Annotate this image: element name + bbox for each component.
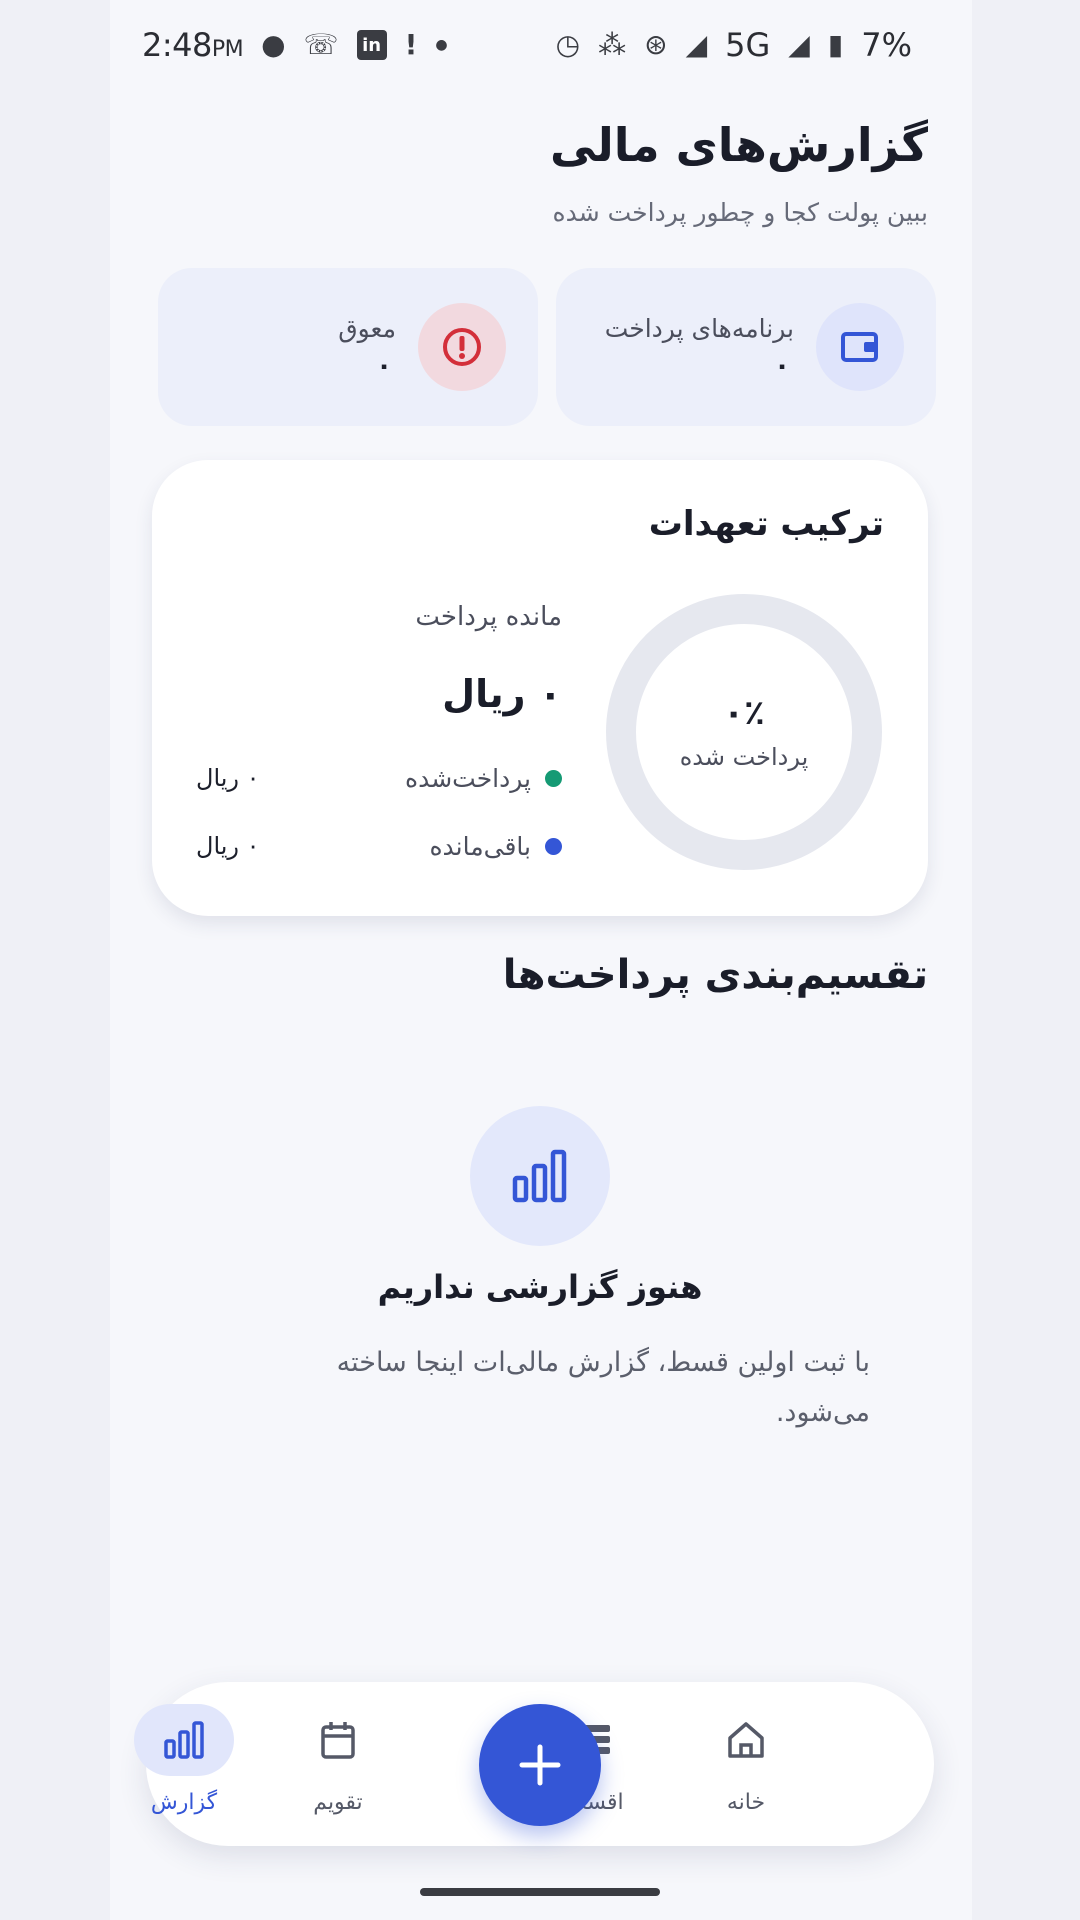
legend-paid-label: پرداخت‌شده [404,763,531,793]
network-type: 5G [725,26,771,64]
nav-reports[interactable]: گزارش [124,1704,244,1824]
wallet-icon [816,303,904,391]
nav-calendar-label: تقویم [313,1790,363,1815]
legend-remaining: باقی‌مانده ۰ ریال [196,826,562,866]
overdue-value: ۰ [376,350,392,381]
overdue-card[interactable]: معوق ۰ [158,268,538,426]
paid-dot-icon [545,769,562,787]
legend-paid-value: ۰ ریال [196,764,260,792]
reports-icon [134,1704,234,1776]
calendar-icon [288,1704,388,1776]
plus-icon [519,1744,561,1786]
home-icon [696,1704,796,1776]
signal-icon-2: ◢ [788,28,810,61]
breakdown-title: تقسیم‌بندی پرداخت‌ها [502,952,928,998]
status-bar: 2:48PM ● ☏ in ! ● ◷ ⁂ ⊛ ◢ 5G ◢ ▮ 7% [142,20,912,70]
legend-remaining-label: باقی‌مانده [429,831,531,861]
battery-icon: ▮ [827,28,844,61]
empty-state-title: هنوز گزارشی نداریم [377,1268,703,1306]
alarm-icon: ◷ [555,28,581,61]
donut-center: ۰٪ پرداخت شده [606,594,882,870]
bluetooth-icon: ⁂ [598,28,627,61]
nav-calendar[interactable]: تقویم [278,1704,398,1824]
hotspot-icon: ⊛ [644,28,668,61]
dot-icon: ● [435,37,448,53]
chat-icon: ● [261,28,286,61]
remaining-amount: ۰ ریال [442,672,562,716]
remaining-dot-icon [545,837,562,855]
battery-percent: 7% [861,26,912,64]
payment-plans-value: ۰ [774,350,790,381]
nav-reports-label: گزارش [150,1790,218,1815]
payment-plans-card[interactable]: برنامه‌های پرداخت ۰ [556,268,936,426]
legend-paid: پرداخت‌شده ۰ ریال [196,758,562,798]
status-time: 2:48PM [142,26,244,64]
nav-home[interactable]: خانه [686,1704,806,1824]
bar-chart-icon [470,1106,610,1246]
signal-icon: ◢ [685,28,708,61]
page-subtitle: ببین پولت کجا و چطور پرداخت شده [552,198,928,227]
composition-title: ترکیب تعهدات [648,504,884,544]
remaining-label: مانده پرداخت [415,602,562,632]
alert-circle-icon [418,303,506,391]
empty-state-description: با ثبت اولین قسط، گزارش مالی‌ات اینجا سا… [336,1347,870,1428]
add-installment-button[interactable] [479,1704,601,1826]
obligations-composition-card: ترکیب تعهدات ۰٪ پرداخت شده مانده پرداخت … [152,460,928,916]
legend-remaining-value: ۰ ریال [196,832,260,860]
overdue-label: معوق [338,313,396,343]
payment-plans-label: برنامه‌های پرداخت [604,313,794,343]
paid-percent: ۰٪ [723,693,765,733]
paid-percent-label: پرداخت شده [679,743,809,771]
home-indicator[interactable] [420,1888,660,1896]
nav-home-label: خانه [726,1790,766,1815]
linkedin-icon: in [356,30,387,60]
exclamation-icon: ! [404,28,418,61]
missed-call-icon: ☏ [303,28,339,61]
page-title: گزارش‌های مالی [550,118,928,172]
